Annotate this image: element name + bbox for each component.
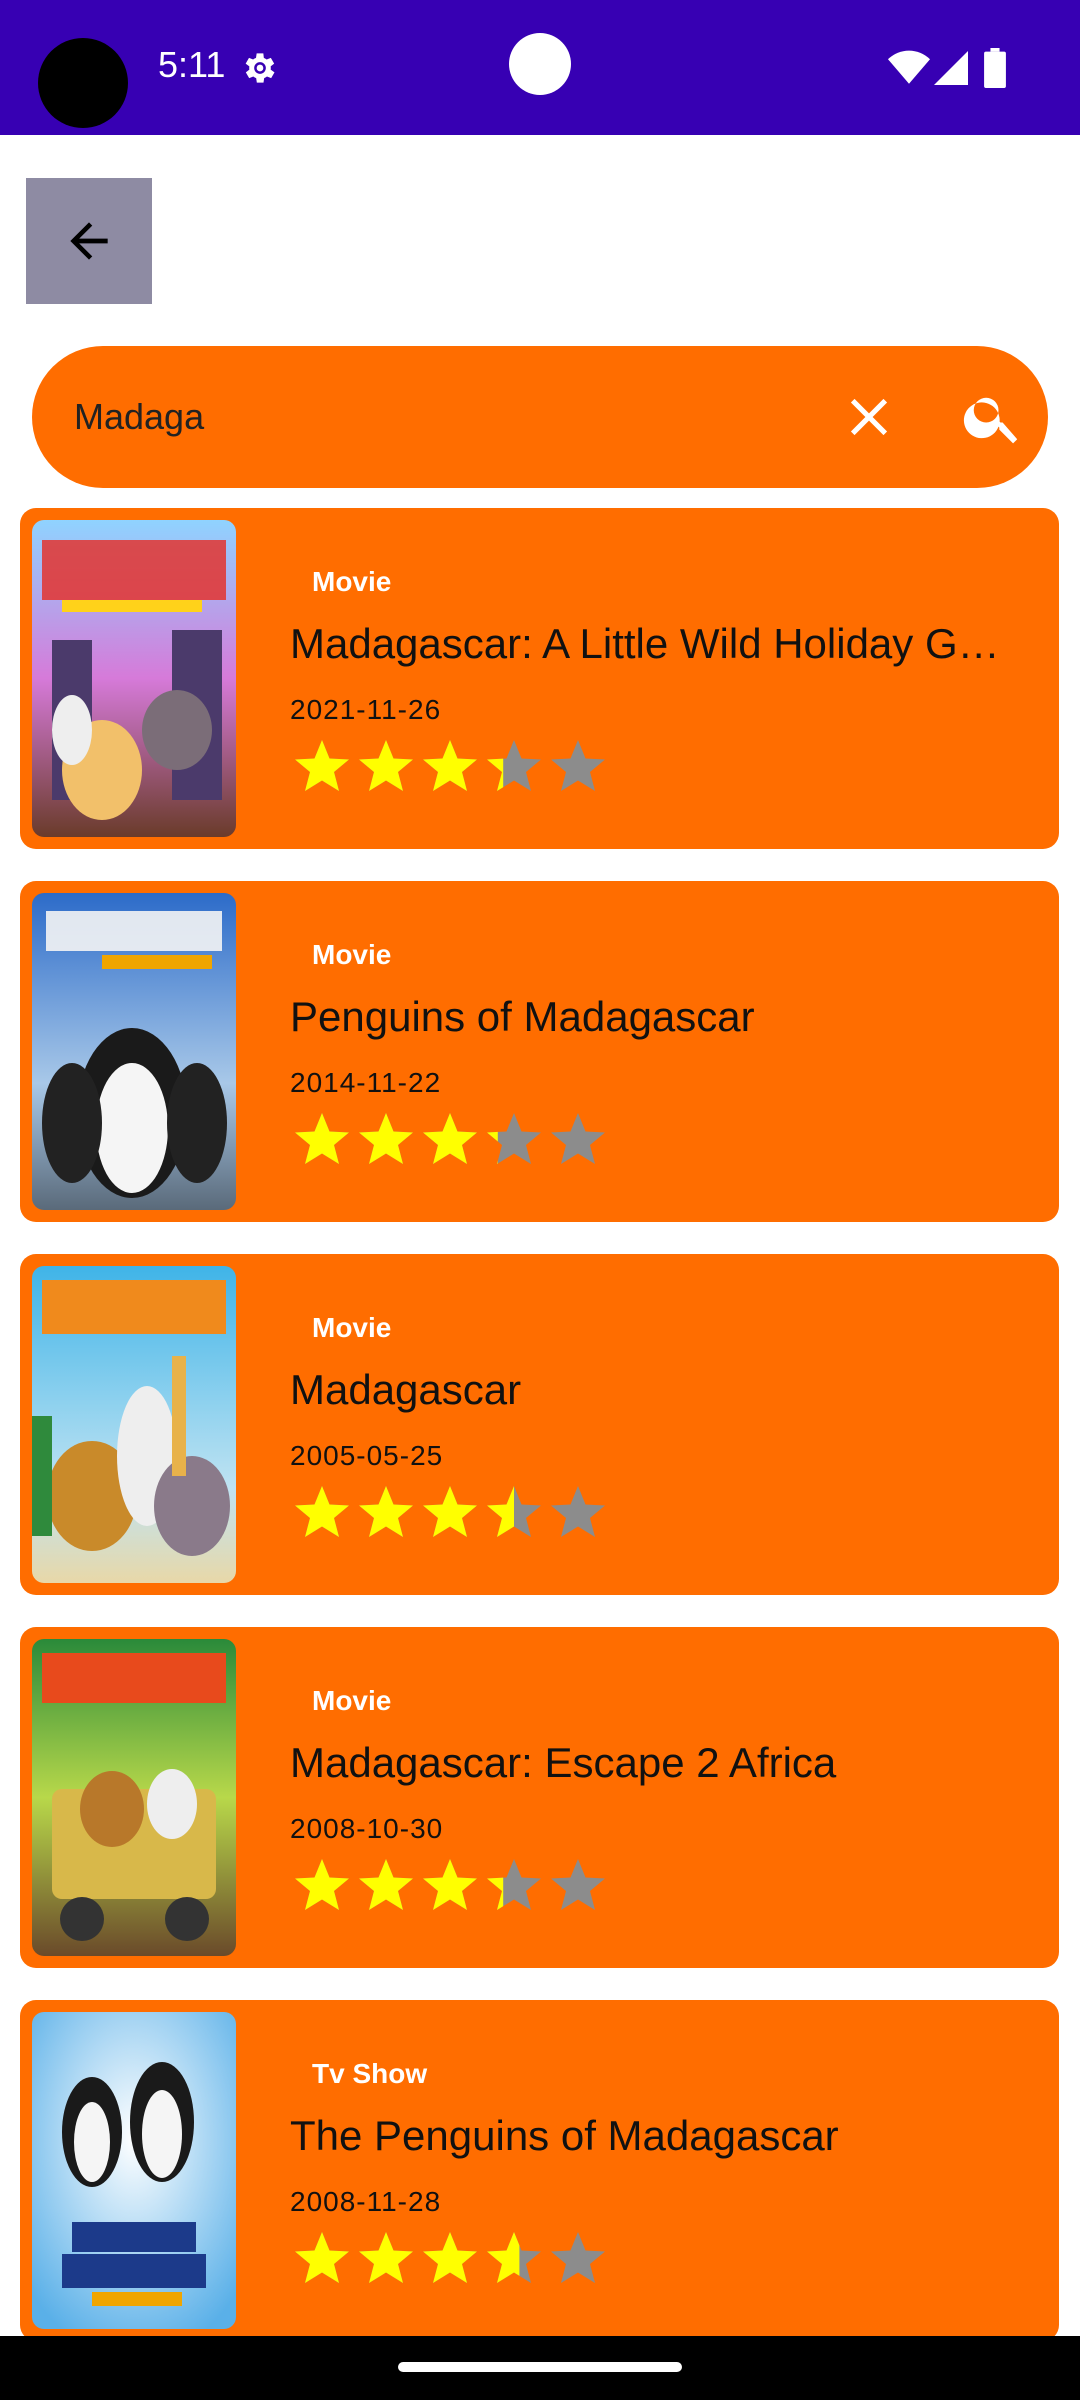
search-input[interactable] <box>74 381 794 453</box>
home-gesture-handle[interactable] <box>398 2362 682 2372</box>
poster-image <box>32 1639 236 1956</box>
star-icon <box>423 1113 477 1164</box>
star-icon <box>487 1486 541 1537</box>
rating-bar <box>295 740 605 791</box>
star-icon <box>295 2232 349 2283</box>
rating-bar <box>295 1486 605 1537</box>
star-icon <box>423 1859 477 1910</box>
result-card[interactable]: Tv Show The Penguins of Madagascar 2008-… <box>20 2000 1059 2341</box>
poster-image <box>32 1266 236 1583</box>
star-icon <box>359 2232 413 2283</box>
result-title: Penguins of Madagascar <box>290 993 755 1040</box>
star-icon <box>551 1859 605 1910</box>
rating-bar <box>295 2232 605 2283</box>
poster-image <box>32 2012 236 2329</box>
star-icon <box>551 740 605 791</box>
release-date: 2005-05-25 <box>290 1440 444 1471</box>
rating-bar <box>295 1859 605 1910</box>
star-icon <box>295 1113 349 1164</box>
status-time: 5:11 <box>158 44 226 85</box>
star-icon <box>295 1859 349 1910</box>
star-icon <box>359 1859 413 1910</box>
status-bar: 5:11 <box>0 0 1080 135</box>
result-title: Madagascar: Escape 2 Africa <box>290 1739 837 1786</box>
star-icon <box>551 2232 605 2283</box>
media-type-label: Movie <box>312 1312 392 1343</box>
star-icon <box>359 1113 413 1164</box>
result-card[interactable]: Movie Penguins of Madagascar 2014-11-22 <box>20 881 1059 1222</box>
search-icon[interactable] <box>960 384 1026 450</box>
media-type-label: Movie <box>312 939 392 970</box>
wifi-icon <box>888 50 930 84</box>
poster-image <box>32 893 236 1210</box>
star-icon <box>487 1859 541 1910</box>
result-card[interactable]: Movie Madagascar: A Little Wild Holiday … <box>20 508 1059 849</box>
star-icon <box>295 740 349 791</box>
close-icon[interactable] <box>838 386 900 448</box>
release-date: 2008-11-28 <box>290 2186 442 2217</box>
result-card[interactable]: Movie Madagascar 2005-05-25 <box>20 1254 1059 1595</box>
star-icon <box>487 740 541 791</box>
star-icon <box>551 1486 605 1537</box>
star-icon <box>487 1113 541 1164</box>
front-sensor <box>509 33 571 95</box>
camera-cutout <box>38 38 128 128</box>
result-card[interactable]: Movie Madagascar: Escape 2 Africa 2008-1… <box>20 1627 1059 1968</box>
star-icon <box>295 1486 349 1537</box>
result-title: The Penguins of Madagascar <box>290 2112 839 2159</box>
star-icon <box>487 2232 541 2283</box>
back-button[interactable] <box>26 178 152 304</box>
signal-icon <box>934 51 968 85</box>
star-icon <box>423 2232 477 2283</box>
release-date: 2014-11-22 <box>290 1067 442 1098</box>
release-date: 2021-11-26 <box>290 694 442 725</box>
media-type-label: Movie <box>312 1685 392 1716</box>
media-type-label: Tv Show <box>312 2058 428 2089</box>
rating-bar <box>295 1113 605 1164</box>
poster-image <box>32 520 236 837</box>
result-title: Madagascar <box>290 1366 522 1413</box>
star-icon <box>359 740 413 791</box>
star-icon <box>359 1486 413 1537</box>
media-type-label: Movie <box>312 566 392 597</box>
gear-icon <box>245 53 275 83</box>
battery-icon <box>984 48 1006 88</box>
arrow-left-icon <box>70 222 108 260</box>
star-icon <box>423 1486 477 1537</box>
result-title: Madagascar: A Little Wild Holiday G… <box>290 620 1000 667</box>
search-bar <box>32 346 1048 488</box>
star-icon <box>551 1113 605 1164</box>
star-icon <box>423 740 477 791</box>
release-date: 2008-10-30 <box>290 1813 444 1844</box>
